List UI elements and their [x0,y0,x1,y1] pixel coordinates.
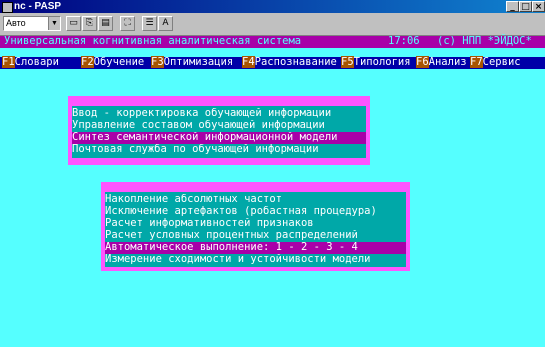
fullscreen-icon[interactable]: ⛶ [120,16,135,31]
properties-icon[interactable]: ☰ [142,16,157,31]
menu-item-analysis[interactable]: F6Анализ [416,56,467,69]
menu-item-training[interactable]: F2Обучение [81,56,145,69]
font-size-value: Авто [6,18,26,28]
toolbar: Авто ▼ ▭ ⎘ ▤ ⛶ ☰ A [0,13,545,36]
copyright: (c) НПП *ЭЙДОС* [437,35,532,47]
console-screen: Универсальная когнитивная аналитическая … [0,36,545,347]
menu-label: Анализ [428,56,467,68]
training-submenu: Ввод - корректировка обучающей информаци… [72,106,366,158]
menu-item-service[interactable]: F7Сервис [470,56,521,69]
clock: 17:06 [388,35,420,47]
submenu-item-manage[interactable]: Управление составом обучающей информации [72,120,366,132]
menu-key: F3 [151,56,164,68]
minimize-button[interactable]: _ [506,1,519,12]
menu-label: Оптимизация [163,56,234,68]
training-submenu-frame: Ввод - корректировка обучающей информаци… [68,96,370,165]
close-button[interactable]: × [532,1,545,12]
paste-icon[interactable]: ▤ [98,16,113,31]
app-icon[interactable] [2,2,13,13]
submenu-item-informativeness[interactable]: Расчет информативностей признаков [105,218,406,230]
menu-label: Словари [14,56,59,68]
copy-icon[interactable]: ⎘ [82,16,97,31]
menu-item-recognition[interactable]: F4Распознавание [242,56,337,69]
chevron-down-icon[interactable]: ▼ [48,17,60,30]
submenu-item-distributions[interactable]: Расчет условных процентных распределений [105,230,406,242]
menu-label: Обучение [93,56,145,68]
menu-item-typology[interactable]: F5Типология [341,56,411,69]
menu-key: F5 [341,56,354,68]
submenu-item-mail[interactable]: Почтовая служба по обучающей информации [72,144,366,156]
menu-key: F4 [242,56,255,68]
menu-key: F1 [2,56,15,68]
menu-label: Типология [353,56,411,68]
menu-key: F2 [81,56,94,68]
menu-item-optimization[interactable]: F3Оптимизация [151,56,234,69]
status-line: Универсальная когнитивная аналитическая … [0,36,545,48]
window-titlebar[interactable]: nc - PASP _ □ × [0,0,545,13]
menu-item-dictionaries[interactable]: F1Словари [2,56,59,69]
submenu-item-accumulate[interactable]: Накопление абсолютных частот [105,194,406,206]
menu-key: F6 [416,56,429,68]
font-size-select[interactable]: Авто ▼ [3,16,61,31]
menu-label: Распознавание [254,56,337,68]
main-menu-bar: F1Словари F2Обучение F3Оптимизация F4Рас… [0,56,545,69]
submenu-item-artifacts[interactable]: Исключение артефактов (робастная процеду… [105,206,406,218]
synthesis-submenu-frame: Накопление абсолютных частот Исключение … [101,182,410,271]
maximize-button[interactable]: □ [519,1,532,12]
submenu-item-auto[interactable]: Автоматическое выполнение: 1 - 2 - 3 - 4 [105,242,406,254]
menu-label: Сервис [482,56,521,68]
submenu-item-synthesis[interactable]: Синтез семантической информационной моде… [72,132,366,144]
window-title: nc - PASP [14,1,62,12]
mark-icon[interactable]: ▭ [66,16,81,31]
submenu-item-convergence[interactable]: Измерение сходимости и устойчивости моде… [105,254,406,266]
synthesis-submenu: Накопление абсолютных частот Исключение … [105,192,406,267]
system-name: Универсальная когнитивная аналитическая … [4,35,302,47]
menu-key: F7 [470,56,483,68]
submenu-item-input[interactable]: Ввод - корректировка обучающей информаци… [72,108,366,120]
font-icon[interactable]: A [158,16,173,31]
